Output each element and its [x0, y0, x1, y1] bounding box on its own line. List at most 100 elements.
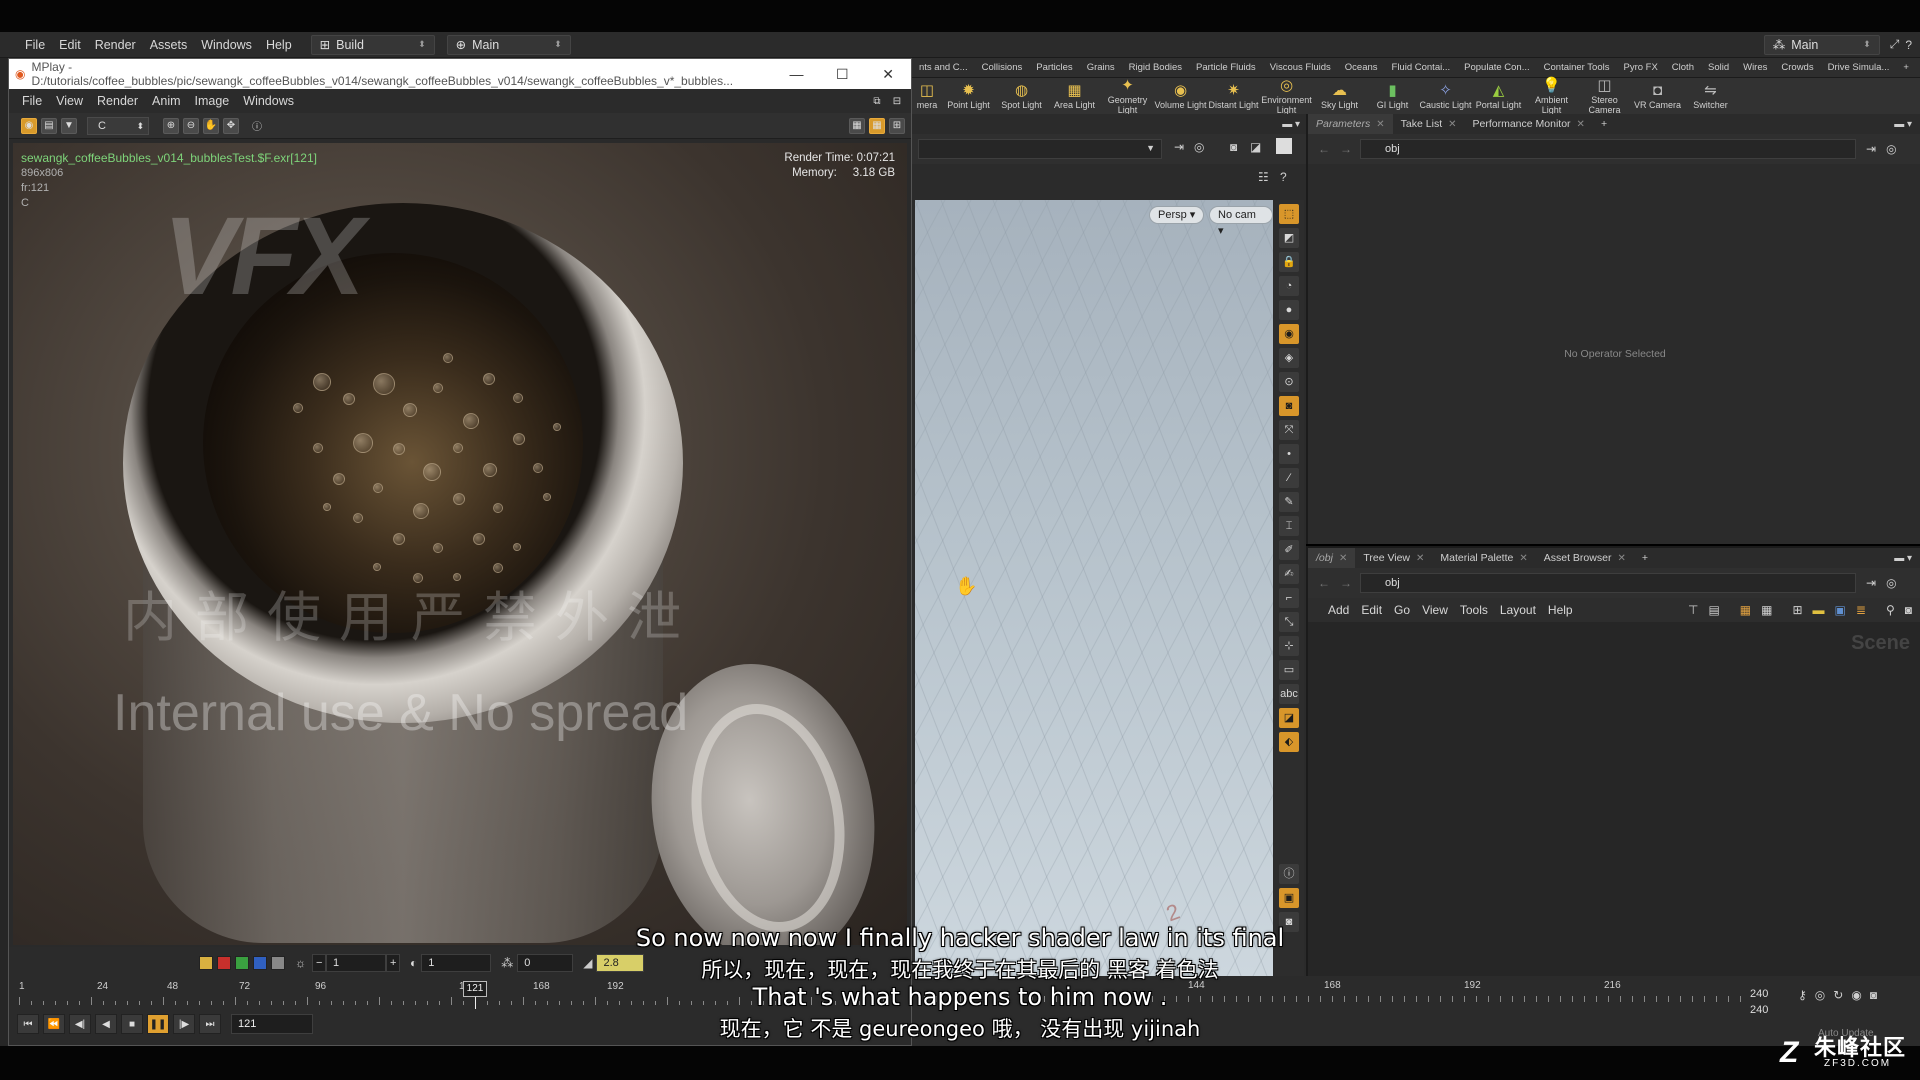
close-tab-icon[interactable]: ✕	[1376, 119, 1384, 130]
layers-icon[interactable]: ≣	[1856, 603, 1866, 617]
switcher-tool[interactable]: ⇋ Switcher	[1684, 82, 1737, 110]
light-icon[interactable]: ◉	[1279, 324, 1299, 344]
sticky-note-icon[interactable]: ▬	[1813, 603, 1825, 617]
sky-light-tool[interactable]: ☁ Sky Light	[1313, 82, 1366, 110]
tab-parameters[interactable]: Parameters ✕	[1308, 114, 1393, 134]
search-icon[interactable]: ⚲	[1886, 603, 1895, 617]
link-icon[interactable]: ◎	[1886, 576, 1896, 590]
environment-light-tool[interactable]: ◎ Environment Light	[1260, 77, 1313, 115]
net-menu-add[interactable]: Add	[1322, 603, 1355, 617]
shelf-tab[interactable]: Rigid Bodies	[1122, 62, 1189, 73]
flipbook-icon[interactable]: ▣	[1279, 888, 1299, 908]
tab-obj[interactable]: /obj ✕	[1308, 548, 1356, 568]
stereo-camera-tool[interactable]: ◫ Stereo Camera	[1578, 77, 1631, 115]
3d-viewport[interactable]: Persp ▾ No cam ▾ 2 ✋	[915, 200, 1273, 976]
gesture-icon[interactable]: ⊹	[1279, 636, 1299, 656]
display-options-icon[interactable]: ☷	[1258, 170, 1269, 184]
text-icon[interactable]: abc	[1279, 684, 1299, 704]
tab-tree-view[interactable]: Tree View ✕	[1355, 548, 1432, 568]
mplay-menu-render[interactable]: Render	[90, 94, 145, 108]
maximize-icon[interactable]: ⤢	[1890, 37, 1900, 52]
right-desktop-select[interactable]: ⁂ Main ⬍	[1763, 34, 1880, 55]
brush-icon[interactable]: ∕	[1279, 468, 1299, 488]
add-tab-icon[interactable]: +	[1593, 114, 1615, 134]
link-icon[interactable]: ◎	[1886, 142, 1896, 156]
distant-light-tool[interactable]: ✷ Distant Light	[1207, 82, 1260, 110]
minimize-icon[interactable]: —	[774, 66, 820, 82]
menu-file[interactable]: File	[18, 32, 52, 58]
pan-hand-icon[interactable]: ✋	[203, 117, 219, 134]
render-image[interactable]: VFX 内部使用严禁外泄 Internal use & No spread se…	[13, 143, 907, 945]
shelf-tab[interactable]: Solid	[1701, 62, 1736, 73]
close-tab-icon[interactable]: ✕	[1416, 553, 1424, 564]
menu-edit[interactable]: Edit	[52, 32, 88, 58]
channel-select[interactable]: C ⬍	[87, 116, 149, 135]
ruler-icon[interactable]: ⌐	[1279, 588, 1299, 608]
net-menu-edit[interactable]: Edit	[1355, 603, 1388, 617]
mplay-menu-windows[interactable]: Windows	[236, 94, 301, 108]
net-menu-layout[interactable]: Layout	[1494, 603, 1542, 617]
single-view-icon[interactable]: ⊞	[889, 117, 905, 134]
spot-light-tool[interactable]: ◍ Spot Light	[995, 82, 1048, 110]
paint-icon[interactable]: ✐	[1279, 540, 1299, 560]
close-tab-icon[interactable]: ✕	[1617, 553, 1625, 564]
mplay-menu-image[interactable]: Image	[188, 94, 237, 108]
close-tab-icon[interactable]: ✕	[1339, 553, 1347, 564]
network-path-field[interactable]: obj	[1360, 573, 1856, 593]
viewer-path-field[interactable]: ▼	[918, 139, 1162, 159]
shelf-tab[interactable]: Particle Fluids	[1189, 62, 1263, 73]
list-icon[interactable]: ▤	[1708, 603, 1719, 617]
shelf-tab[interactable]: nts and C...	[912, 62, 975, 73]
close-tab-icon[interactable]: ✕	[1577, 119, 1585, 130]
transform-icon[interactable]: ⤧	[1279, 420, 1299, 440]
fit-icon[interactable]: ✥	[223, 117, 239, 134]
grid-view-icon[interactable]: ▦	[849, 117, 865, 134]
shelf-tab[interactable]: Drive Simula...	[1821, 62, 1897, 73]
shelf-tab[interactable]: Collisions	[975, 62, 1030, 73]
vr-camera-tool[interactable]: ◘ VR Camera	[1631, 82, 1684, 110]
close-icon[interactable]: ✕	[865, 66, 911, 83]
point-light-tool[interactable]: ✹ Point Light	[942, 82, 995, 110]
shading-icon[interactable]: ●	[1279, 300, 1299, 320]
select-tool-icon[interactable]: ⬚	[1279, 204, 1299, 224]
tab-asset-browser[interactable]: Asset Browser ✕	[1536, 548, 1634, 568]
compare-view-icon[interactable]: ▦	[869, 117, 885, 134]
pen-icon[interactable]: ✎	[1279, 492, 1299, 512]
forward-arrow-icon[interactable]: →	[1340, 142, 1352, 156]
point-icon[interactable]: •	[1279, 444, 1299, 464]
mplay-menu-view[interactable]: View	[49, 94, 90, 108]
forward-arrow-icon[interactable]: →	[1340, 576, 1352, 590]
display-icon[interactable]: ◙	[1905, 603, 1912, 617]
menu-render[interactable]: Render	[88, 32, 143, 58]
area-light-tool[interactable]: ▦ Area Light	[1048, 82, 1101, 110]
build-desktop-select[interactable]: ⊞ Build ⬍	[310, 34, 435, 55]
menu-help[interactable]: Help	[259, 32, 299, 58]
camera-menu[interactable]: No cam ▾	[1209, 206, 1273, 237]
params-path-field[interactable]: obj	[1360, 139, 1856, 159]
shelf-tab[interactable]: Oceans	[1338, 62, 1385, 73]
close-tab-icon[interactable]: ✕	[1448, 119, 1456, 130]
layers-icon[interactable]: ▤	[41, 117, 57, 134]
shelf-tab[interactable]: Fluid Contai...	[1385, 62, 1458, 73]
shelf-tab[interactable]: Cloth	[1665, 62, 1701, 73]
tab-material-palette[interactable]: Material Palette ✕	[1432, 548, 1535, 568]
pane-split-icon[interactable]: ⊟	[889, 93, 905, 109]
net-menu-tools[interactable]: Tools	[1454, 603, 1494, 617]
tree-icon[interactable]: ⊤	[1688, 603, 1698, 617]
add-tab-icon[interactable]: +	[1634, 548, 1656, 568]
camera-lock-icon[interactable]: ◙	[1279, 396, 1299, 416]
main-desktop-select[interactable]: ⊕ Main ⬍	[446, 34, 571, 55]
network-box-icon[interactable]: ⊞	[1792, 603, 1802, 617]
ghost-icon[interactable]: ◔	[1279, 276, 1299, 296]
shelf-tab[interactable]: Crowds	[1774, 62, 1820, 73]
pin-light-icon[interactable]: ⬖	[1279, 732, 1299, 752]
pin-icon[interactable]: ⇥	[1866, 142, 1876, 156]
back-arrow-icon[interactable]: ←	[1318, 142, 1330, 156]
image-icon[interactable]: ▣	[1835, 603, 1846, 617]
pane-layout-icon[interactable]: ⧉	[869, 93, 885, 109]
volume-light-tool[interactable]: ◉ Volume Light	[1154, 82, 1207, 110]
pin-icon[interactable]: ⇥	[1174, 140, 1184, 154]
lock-icon[interactable]: 🔒	[1279, 252, 1299, 272]
render-settings-icon[interactable]: ◉	[21, 117, 37, 134]
shelf-tab[interactable]: Viscous Fluids	[1263, 62, 1338, 73]
